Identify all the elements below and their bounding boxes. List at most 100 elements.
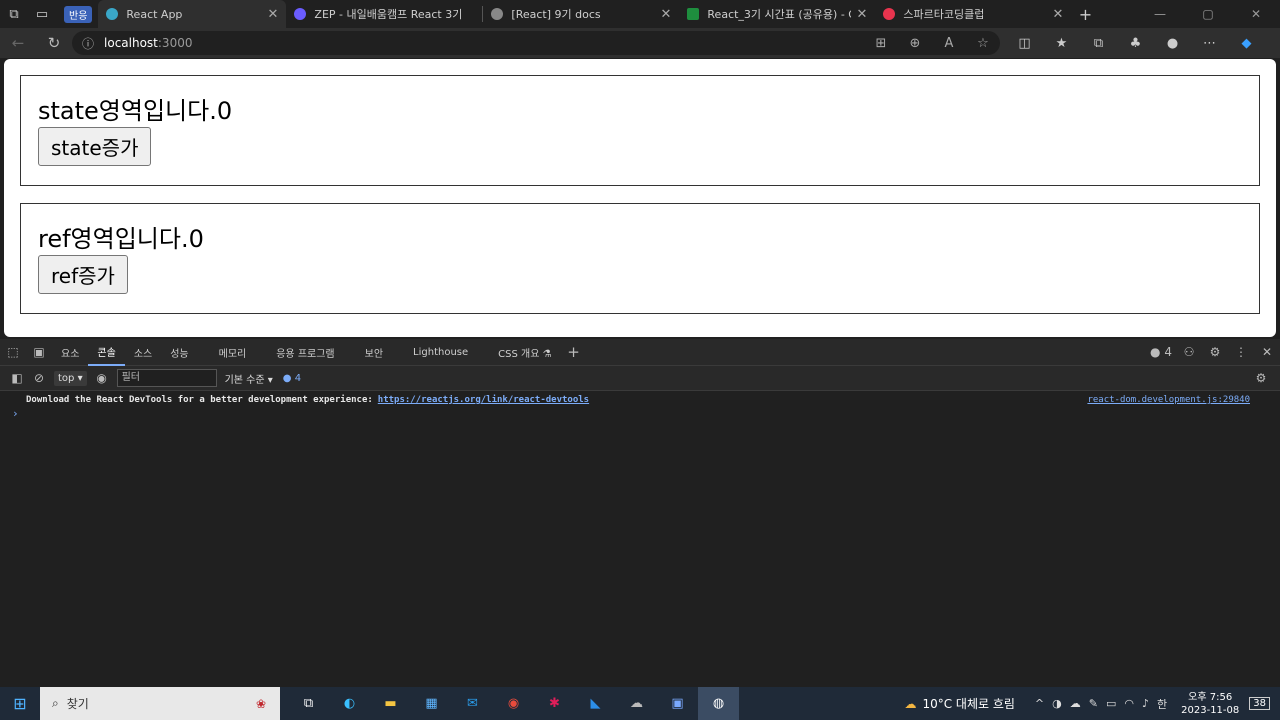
devtools-tab-performance[interactable]: 성능: [161, 339, 197, 366]
devtools-tab-css-overview[interactable]: CSS 개요 ⚗: [489, 339, 560, 366]
devtools-tab-memory[interactable]: 메모리: [210, 339, 256, 366]
chrome-app-icon[interactable]: ◉: [493, 687, 534, 720]
issues-count[interactable]: ● 4: [1146, 345, 1176, 359]
more-tabs-add-icon[interactable]: +: [561, 343, 587, 361]
weather-widget[interactable]: ☁ 10°C 대체로 흐림: [904, 695, 1014, 712]
address-bar[interactable]: ⓘ localhost:3000 ⊞ ⊕ A ☆: [72, 31, 1000, 55]
log-level-dropdown[interactable]: 기본 수준 ▾: [225, 371, 273, 386]
mail-app-icon[interactable]: ✉: [452, 687, 493, 720]
volume-icon[interactable]: ♪: [1142, 697, 1149, 710]
split-screen-icon[interactable]: ◫: [1006, 36, 1043, 51]
ime-indicator[interactable]: 한: [1157, 696, 1167, 712]
close-tab-icon[interactable]: ✕: [268, 7, 279, 22]
tab-react-app[interactable]: React App ✕: [98, 0, 287, 28]
pen-icon[interactable]: ✎: [1089, 697, 1098, 710]
message-count[interactable]: ● 4: [283, 373, 301, 384]
extension-icon[interactable]: ♣: [1117, 36, 1154, 51]
devtools-tab-application[interactable]: 응용 프로그램: [267, 339, 343, 366]
site-info-icon[interactable]: ⓘ: [82, 35, 94, 52]
windows-start-icon[interactable]: ⊞: [0, 694, 40, 713]
more-menu-icon[interactable]: ⋯: [1191, 36, 1228, 51]
app-available-icon[interactable]: ⊞: [864, 36, 898, 51]
task-view-icon[interactable]: ⧉: [288, 687, 329, 720]
search-icon: ⌕: [52, 696, 59, 710]
close-tab-icon[interactable]: ✕: [857, 7, 868, 22]
settings-gear-icon[interactable]: ⚙: [1202, 345, 1228, 359]
console-message: Download the React DevTools for a better…: [0, 391, 1280, 405]
maximize-icon[interactable]: ▢: [1184, 7, 1232, 21]
search-label: 찾기: [66, 697, 89, 711]
clear-console-icon[interactable]: ⊘: [28, 371, 50, 385]
device-toolbar-icon[interactable]: ▣: [26, 345, 52, 359]
live-expression-eye-icon[interactable]: ◉: [91, 371, 113, 385]
source-link[interactable]: react-dom.development.js:29840: [1087, 395, 1250, 405]
tab-group-badge[interactable]: 반응: [64, 5, 93, 23]
new-tab-icon[interactable]: +: [1071, 0, 1099, 28]
devtools-more-icon[interactable]: ⋮: [1228, 345, 1254, 359]
clock-date: 2023-11-08: [1181, 704, 1240, 716]
window-controls: — ▢ ✕: [1136, 7, 1280, 21]
minimize-icon[interactable]: —: [1136, 7, 1184, 21]
ref-text: ref영역입니다.0: [38, 225, 204, 253]
tab-label: [React] 9기 docs: [511, 8, 601, 21]
slack-app-icon[interactable]: ✱: [534, 687, 575, 720]
tab-zep[interactable]: ZEP - 내일배움캠프 React 3기: [286, 0, 482, 28]
workspaces-icon[interactable]: ⧉: [0, 0, 28, 28]
close-tab-icon[interactable]: ✕: [661, 7, 672, 22]
issues-count-value: 4: [1164, 345, 1172, 359]
back-icon[interactable]: ←: [0, 28, 36, 58]
collections-icon[interactable]: ⧉: [1080, 36, 1117, 51]
search-highlight-icon: ❀: [255, 696, 266, 711]
context-selector[interactable]: top ▾: [54, 370, 87, 386]
devtools-tab-sources[interactable]: 소스: [125, 339, 161, 366]
windows-taskbar: ⊞ ⌕ 찾기 ❀ ⧉ ◐ ▬ ▦ ✉ ◉ ✱ ◣ ☁ ▣ ◍ ☁ 10°C 대체…: [0, 687, 1280, 720]
console-prompt-icon[interactable]: ›: [0, 407, 1280, 420]
devtools-tab-security[interactable]: 보안: [356, 339, 392, 366]
refresh-icon[interactable]: ↻: [36, 28, 72, 58]
profile-avatar-icon[interactable]: ●: [1154, 36, 1191, 51]
tab-label: React_3기 시간표 (공유용) - Goo: [707, 8, 850, 21]
tab-actions-icon[interactable]: ▭: [28, 0, 56, 28]
tab-label: React App: [126, 7, 183, 21]
close-tab-icon[interactable]: ✕: [1053, 7, 1064, 22]
state-increment-button[interactable]: state증가: [38, 127, 152, 166]
copilot-icon[interactable]: ◆: [1228, 36, 1265, 51]
onedrive-icon[interactable]: ☁: [1070, 697, 1081, 710]
ref-section: ref영역입니다.0 ref증가: [20, 203, 1260, 314]
console-filter-input[interactable]: 필터: [116, 369, 217, 387]
tray-expand-icon[interactable]: ^: [1035, 697, 1044, 710]
tray-app-icon[interactable]: ◑: [1052, 697, 1062, 710]
sparta-favicon-icon: [883, 8, 896, 20]
cloud-app-icon[interactable]: ☁: [616, 687, 657, 720]
battery-icon[interactable]: ▭: [1106, 697, 1116, 710]
file-explorer-icon[interactable]: ▬: [370, 687, 411, 720]
devtools-tab-lighthouse[interactable]: Lighthouse: [404, 339, 477, 366]
wifi-icon[interactable]: ◠: [1124, 697, 1134, 710]
tab-docs[interactable]: [React] 9기 docs ✕: [483, 0, 679, 28]
devtools-tab-elements[interactable]: 요소: [52, 339, 88, 366]
devtools-link[interactable]: https://reactjs.org/link/react-devtools: [378, 395, 589, 405]
close-window-icon[interactable]: ✕: [1232, 7, 1280, 21]
zoom-icon[interactable]: ⊕: [898, 36, 932, 51]
edge-app-icon[interactable]: ◐: [329, 687, 370, 720]
address-bar-row: ← ↻ ⓘ localhost:3000 ⊞ ⊕ A ☆ ◫ ★ ⧉ ♣ ● ⋯…: [0, 28, 1280, 58]
inspect-element-icon[interactable]: ⬚: [0, 345, 26, 359]
notification-center[interactable]: 38: [1249, 697, 1270, 710]
favorite-star-icon[interactable]: ☆: [966, 36, 1000, 51]
tab-schedule[interactable]: React_3기 시간표 (공유용) - Goo ✕: [679, 0, 875, 28]
close-devtools-icon[interactable]: ✕: [1254, 345, 1280, 359]
vscode-app-icon[interactable]: ◣: [575, 687, 616, 720]
console-settings-icon[interactable]: ⚙: [1250, 371, 1272, 385]
store-app-icon[interactable]: ▦: [411, 687, 452, 720]
read-aloud-icon[interactable]: A: [932, 36, 966, 51]
clock[interactable]: 오후 7:56 2023-11-08: [1181, 691, 1239, 717]
ref-increment-button[interactable]: ref증가: [38, 255, 128, 294]
devtools-tab-console[interactable]: 콘솔: [88, 339, 125, 366]
taskbar-search[interactable]: ⌕ 찾기 ❀: [40, 687, 280, 720]
sidebar-toggle-icon[interactable]: ◧: [6, 371, 28, 385]
favorites-icon[interactable]: ★: [1043, 36, 1080, 51]
customize-icon[interactable]: ⚇: [1176, 345, 1202, 359]
obs-app-icon[interactable]: ◍: [698, 687, 739, 720]
snip-app-icon[interactable]: ▣: [657, 687, 698, 720]
tab-sparta[interactable]: 스파르타코딩클럽 ✕: [875, 0, 1071, 28]
